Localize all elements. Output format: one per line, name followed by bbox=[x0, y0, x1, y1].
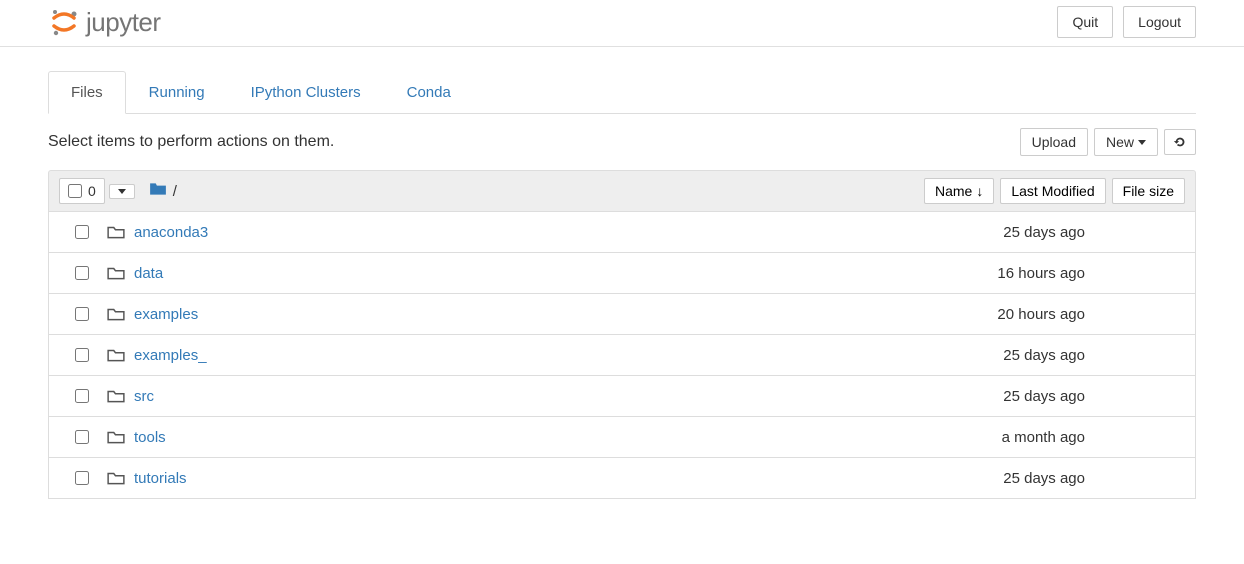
item-modified: a month ago bbox=[945, 429, 1185, 446]
tab-clusters[interactable]: IPython Clusters bbox=[228, 71, 384, 114]
folder-icon bbox=[107, 223, 125, 241]
list-header: 0 / Name ↓ Last Modified File size bbox=[48, 170, 1196, 212]
file-list: anaconda325 days agodata16 hours agoexam… bbox=[48, 212, 1196, 499]
file-row: toolsa month ago bbox=[49, 417, 1195, 458]
tab-conda[interactable]: Conda bbox=[384, 71, 474, 114]
item-name[interactable]: tools bbox=[134, 429, 945, 446]
action-bar: Select items to perform actions on them.… bbox=[48, 114, 1196, 170]
item-modified: 25 days ago bbox=[945, 224, 1185, 241]
file-row: data16 hours ago bbox=[49, 253, 1195, 294]
file-row: anaconda325 days ago bbox=[49, 212, 1195, 253]
tab-files[interactable]: Files bbox=[48, 71, 126, 114]
new-button-label: New bbox=[1106, 134, 1134, 150]
item-name[interactable]: tutorials bbox=[134, 470, 945, 487]
refresh-icon bbox=[1173, 135, 1187, 149]
logout-button[interactable]: Logout bbox=[1123, 6, 1196, 38]
sort-buttons: Name ↓ Last Modified File size bbox=[924, 178, 1185, 204]
item-name[interactable]: examples bbox=[134, 306, 945, 323]
header: jupyter Quit Logout bbox=[0, 0, 1244, 47]
select-all-checkbox[interactable] bbox=[68, 184, 82, 198]
arrow-down-icon: ↓ bbox=[976, 183, 983, 199]
content: Files Running IPython Clusters Conda Sel… bbox=[0, 71, 1244, 499]
file-row: examples20 hours ago bbox=[49, 294, 1195, 335]
item-name[interactable]: examples_ bbox=[134, 347, 945, 364]
header-buttons: Quit Logout bbox=[1057, 6, 1196, 38]
caret-down-icon bbox=[118, 189, 126, 194]
brand-text: jupyter bbox=[86, 7, 161, 38]
item-modified: 25 days ago bbox=[945, 470, 1185, 487]
select-dropdown[interactable] bbox=[109, 184, 135, 199]
file-row: src25 days ago bbox=[49, 376, 1195, 417]
row-checkbox[interactable] bbox=[75, 307, 89, 321]
breadcrumb: / bbox=[149, 180, 177, 202]
item-name[interactable]: data bbox=[134, 265, 945, 282]
folder-icon bbox=[107, 305, 125, 323]
row-checkbox[interactable] bbox=[75, 348, 89, 362]
row-checkbox[interactable] bbox=[75, 266, 89, 280]
item-modified: 25 days ago bbox=[945, 388, 1185, 405]
jupyter-icon bbox=[48, 6, 80, 38]
sort-name-label: Name bbox=[935, 183, 972, 199]
item-modified: 20 hours ago bbox=[945, 306, 1185, 323]
folder-icon bbox=[107, 387, 125, 405]
folder-icon bbox=[107, 264, 125, 282]
select-box: 0 / bbox=[59, 178, 177, 204]
tabs: Files Running IPython Clusters Conda bbox=[48, 71, 1196, 114]
row-checkbox[interactable] bbox=[75, 430, 89, 444]
select-all-control[interactable]: 0 bbox=[59, 178, 105, 204]
item-name[interactable]: anaconda3 bbox=[134, 224, 945, 241]
sort-name-button[interactable]: Name ↓ bbox=[924, 178, 994, 204]
row-checkbox[interactable] bbox=[75, 225, 89, 239]
selected-count: 0 bbox=[88, 183, 96, 199]
logo[interactable]: jupyter bbox=[48, 6, 161, 38]
caret-down-icon bbox=[1138, 140, 1146, 145]
breadcrumb-root: / bbox=[173, 183, 177, 200]
tab-running[interactable]: Running bbox=[126, 71, 228, 114]
refresh-button[interactable] bbox=[1164, 129, 1196, 155]
item-name[interactable]: src bbox=[134, 388, 945, 405]
item-modified: 25 days ago bbox=[945, 347, 1185, 364]
item-modified: 16 hours ago bbox=[945, 265, 1185, 282]
action-hint: Select items to perform actions on them. bbox=[48, 133, 334, 151]
folder-root-icon[interactable] bbox=[149, 180, 167, 202]
quit-button[interactable]: Quit bbox=[1057, 6, 1113, 38]
sort-modified-button[interactable]: Last Modified bbox=[1000, 178, 1105, 204]
sort-size-button[interactable]: File size bbox=[1112, 178, 1185, 204]
row-checkbox[interactable] bbox=[75, 389, 89, 403]
new-button[interactable]: New bbox=[1094, 128, 1158, 156]
folder-icon bbox=[107, 469, 125, 487]
file-row: tutorials25 days ago bbox=[49, 458, 1195, 499]
upload-button[interactable]: Upload bbox=[1020, 128, 1088, 156]
file-row: examples_25 days ago bbox=[49, 335, 1195, 376]
action-buttons: Upload New bbox=[1020, 128, 1196, 156]
folder-icon bbox=[107, 346, 125, 364]
folder-icon bbox=[107, 428, 125, 446]
row-checkbox[interactable] bbox=[75, 471, 89, 485]
